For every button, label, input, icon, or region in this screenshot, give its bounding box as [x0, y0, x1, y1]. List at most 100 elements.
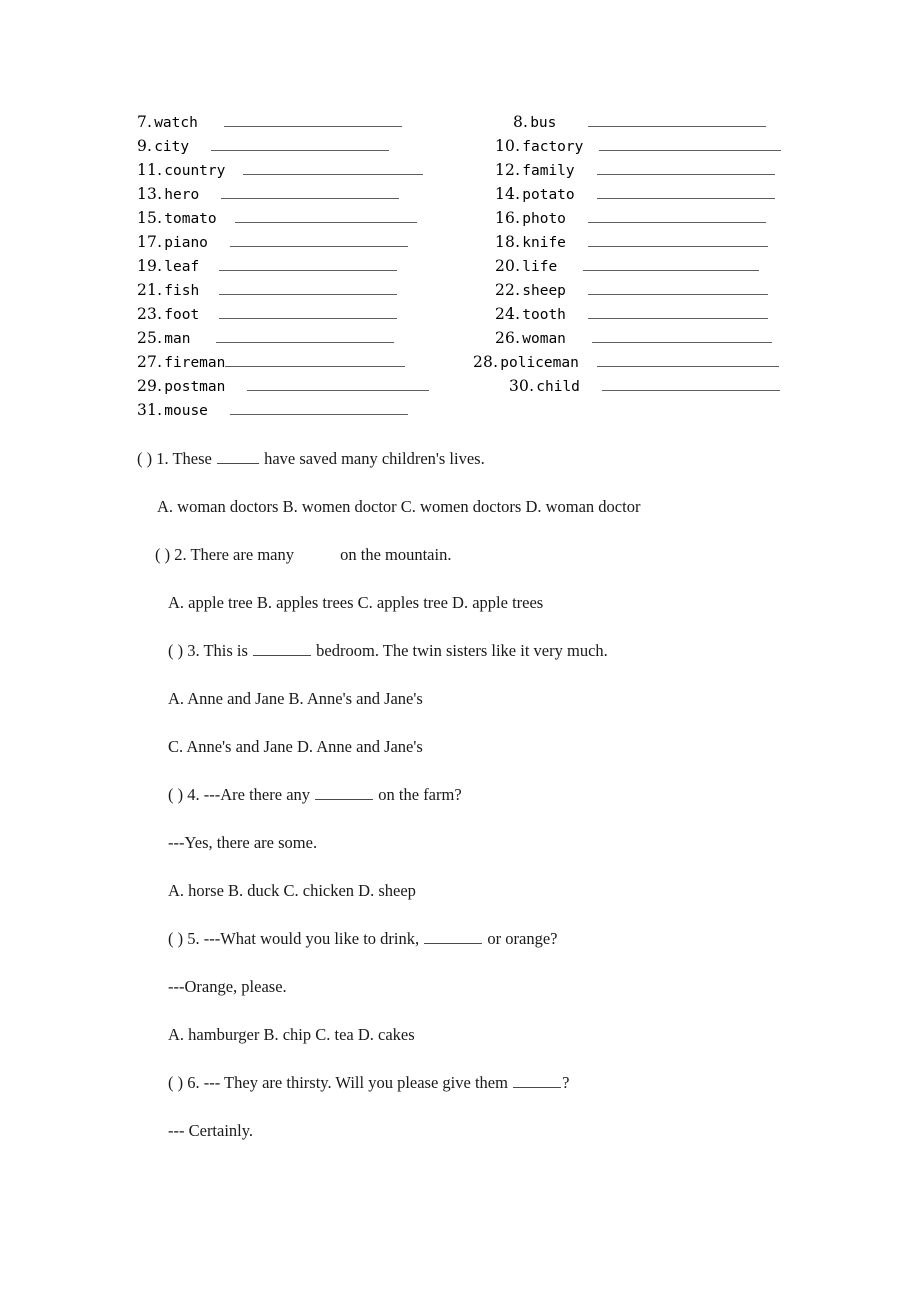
vocabulary-item-word: tooth [522, 307, 566, 323]
answer-blank[interactable] [221, 182, 400, 199]
answer-blank[interactable] [588, 110, 767, 127]
answer-blank[interactable] [583, 254, 760, 271]
answer-blank[interactable] [587, 206, 766, 223]
vocabulary-item: 8. bus [513, 110, 767, 134]
question-answer-response: --- Certainly. [168, 1121, 254, 1140]
vocabulary-item: 13. hero [137, 182, 400, 206]
vocabulary-item-number: 24. [495, 305, 521, 323]
question-answer-box[interactable]: ( ) 1. [137, 449, 169, 468]
question-answer-box[interactable]: ( ) 3. [168, 641, 200, 660]
vocabulary-item-word: country [164, 163, 226, 179]
vocabulary-item-word: fish [164, 283, 200, 299]
vocabulary-item-number: 27. [137, 353, 163, 371]
question-answer-blank[interactable] [253, 642, 312, 656]
question-text-before-blank: These [168, 449, 212, 468]
answer-blank[interactable] [247, 374, 430, 391]
vocabulary-item-number: 26. [495, 329, 521, 347]
question-answer-response: ---Orange, please. [168, 977, 287, 996]
vocabulary-fill-in-blank-list: 7. watch 8. bus 9. city 10. factory 11. country 12… [0, 110, 920, 422]
answer-blank[interactable] [219, 254, 398, 271]
question-options-row: A. Anne and Jane B. Anne's and Jane's [168, 689, 423, 708]
answer-blank[interactable] [219, 278, 398, 295]
answer-blank[interactable] [211, 134, 390, 151]
question-text-after-blank: on the farm? [374, 785, 462, 804]
vocabulary-item-word: city [154, 139, 190, 155]
question-answer-box[interactable]: ( ) 2. [155, 545, 187, 564]
vocabulary-item-word: piano [164, 235, 208, 251]
question-stem: ( ) 4. ---Are there any on the farm? [168, 784, 462, 806]
question-answer-response: ---Yes, there are some. [168, 833, 318, 852]
vocabulary-item-word: leaf [164, 259, 200, 275]
question-options-row: A. hamburger B. chip C. tea D. cakes [168, 1025, 415, 1044]
vocabulary-item-word: watch [154, 115, 198, 131]
vocabulary-item: 15. tomato [137, 206, 417, 230]
question-answer-box[interactable]: ( ) 5. [168, 929, 200, 948]
question-answer-blank[interactable] [216, 450, 259, 464]
question-options-row: A. apple tree B. apples trees C. apples … [168, 593, 544, 612]
question-text-before-blank: There are many [186, 545, 294, 564]
answer-blank[interactable] [596, 158, 775, 175]
answer-blank[interactable] [229, 230, 408, 247]
question-text-before-blank: --- They are thirsty. Will you please gi… [199, 1073, 508, 1092]
vocabulary-item-word: fireman [164, 355, 226, 371]
vocabulary-item: 18. knife [495, 230, 768, 254]
answer-blank[interactable] [223, 110, 402, 127]
answer-blank[interactable] [234, 206, 417, 223]
vocabulary-row: 27. fireman 28. policeman [0, 350, 920, 374]
vocabulary-item-word: tomato [164, 211, 217, 227]
answer-blank[interactable] [243, 158, 424, 175]
vocabulary-item: 26. woman [495, 326, 772, 350]
answer-blank[interactable] [591, 326, 772, 343]
vocabulary-item-number: 12. [495, 161, 521, 179]
vocabulary-row: 31. mouse [0, 398, 920, 422]
vocabulary-item-word: potato [522, 187, 575, 203]
answer-blank[interactable] [219, 302, 398, 319]
vocabulary-item-word: photo [522, 211, 566, 227]
question-text-before-blank: This is [199, 641, 248, 660]
vocabulary-item-word: hero [164, 187, 200, 203]
vocabulary-item-word: woman [522, 331, 566, 347]
question-answer-blank[interactable] [513, 1074, 562, 1088]
answer-blank[interactable] [596, 350, 779, 367]
vocabulary-item-word: child [536, 379, 580, 395]
vocabulary-row: 9. city 10. factory [0, 134, 920, 158]
vocabulary-item-number: 15. [137, 209, 163, 227]
vocabulary-item-number: 22. [495, 281, 521, 299]
question-answer-box[interactable]: ( ) 6. [168, 1073, 200, 1092]
vocabulary-item-number: 18. [495, 233, 521, 251]
question-stem: ( ) 2. There are many on the mountain. [155, 544, 451, 566]
answer-blank[interactable] [599, 134, 782, 151]
answer-blank[interactable] [216, 326, 395, 343]
vocabulary-item-number: 21. [137, 281, 163, 299]
answer-blank[interactable] [587, 230, 768, 247]
vocabulary-row: 19. leaf 20. life [0, 254, 920, 278]
vocabulary-item-number: 8. [513, 113, 529, 131]
answer-blank[interactable] [587, 278, 768, 295]
answer-blank[interactable] [601, 374, 780, 391]
question-answer-box[interactable]: ( ) 4. [168, 785, 200, 804]
vocabulary-item: 25. man [137, 326, 395, 350]
vocabulary-item: 21. fish [137, 278, 398, 302]
vocabulary-row: 7. watch 8. bus [0, 110, 920, 134]
question-answer-blank[interactable] [315, 786, 374, 800]
vocabulary-item-number: 29. [137, 377, 163, 395]
vocabulary-row: 23. foot 24. tooth [0, 302, 920, 326]
vocabulary-item: 14. potato [495, 182, 775, 206]
vocabulary-item-number: 30. [509, 377, 535, 395]
vocabulary-item: 12. family [495, 158, 775, 182]
answer-blank[interactable] [596, 182, 775, 199]
answer-blank[interactable] [225, 350, 406, 367]
vocabulary-item-number: 20. [495, 257, 521, 275]
vocabulary-row: 13. hero 14. potato [0, 182, 920, 206]
question-answer-blank[interactable] [424, 930, 483, 944]
answer-blank[interactable] [229, 398, 408, 415]
vocabulary-item: 27. fireman [137, 350, 406, 374]
vocabulary-item-word: man [164, 331, 191, 347]
vocabulary-item: 10. factory [495, 134, 782, 158]
question-stem: ( ) 3. This is bedroom. The twin sisters… [168, 640, 608, 662]
vocabulary-item-number: 23. [137, 305, 163, 323]
answer-blank[interactable] [587, 302, 768, 319]
vocabulary-item-number: 25. [137, 329, 163, 347]
